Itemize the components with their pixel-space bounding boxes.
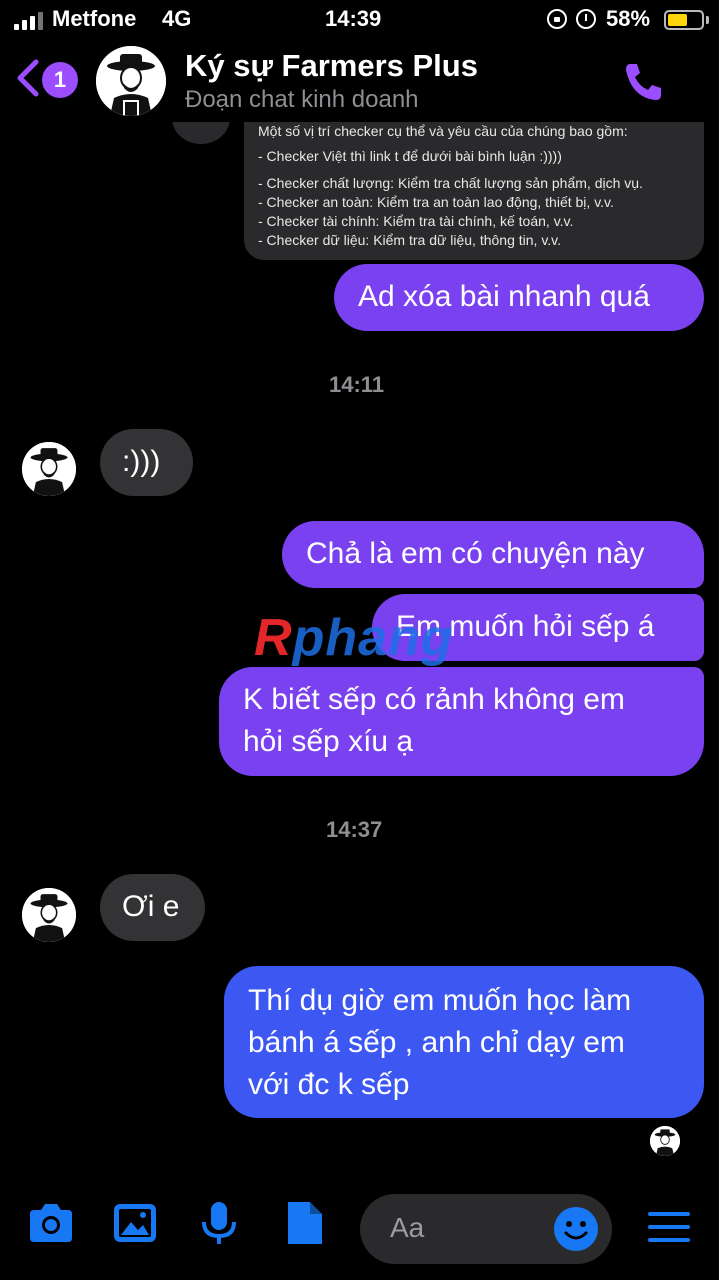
post-line: - Checker an toàn: Kiểm tra an toàn lao … <box>258 194 614 210</box>
farmer-avatar-icon <box>96 46 166 116</box>
farmer-avatar-icon <box>22 888 76 942</box>
unread-count-badge[interactable]: 1 <box>42 62 78 98</box>
chat-subtitle: Đoạn chat kinh doanh <box>185 86 419 113</box>
shared-post-message[interactable]: Một số vị trí checker cụ thể và yêu cầu … <box>244 100 704 260</box>
message-composer: Aa <box>0 1190 719 1280</box>
post-line: - Checker Việt thì link t để dưới bài bì… <box>258 148 562 164</box>
message-line: với đc k sếp <box>248 1068 410 1101</box>
farmer-avatar-icon <box>650 1126 680 1156</box>
incoming-message[interactable]: Ơi e <box>100 874 205 941</box>
message-timestamp: 14:11 <box>329 372 385 397</box>
image-icon[interactable] <box>110 1200 160 1246</box>
message-line: hỏi sếp xíu ạ <box>243 725 414 758</box>
message-timestamp: 14:37 <box>326 817 383 842</box>
outgoing-message[interactable]: Ad xóa bài nhanh quá <box>334 264 704 331</box>
emoji-icon[interactable] <box>554 1207 598 1251</box>
message-line: bánh á sếp , anh chỉ dạy em <box>248 1026 625 1059</box>
menu-icon[interactable] <box>648 1212 690 1246</box>
message-line: K biết sếp có rảnh không em <box>243 683 625 716</box>
sender-avatar[interactable] <box>22 888 76 942</box>
post-line: - Checker dữ liệu: Kiểm tra dữ liệu, thô… <box>258 232 562 248</box>
post-line: - Checker tài chính: Kiểm tra tài chính,… <box>258 213 574 229</box>
message-input[interactable]: Aa <box>360 1194 612 1264</box>
message-list[interactable]: Một số vị trí checker cụ thể và yêu cầu … <box>0 0 719 1280</box>
outgoing-message[interactable]: Chả là em có chuyện này <box>282 521 704 588</box>
sender-avatar[interactable] <box>22 442 76 496</box>
back-arrow-icon[interactable] <box>14 58 44 98</box>
contact-name[interactable]: Ký sự Farmers Plus <box>185 48 478 84</box>
outgoing-message[interactable]: K biết sếp có rảnh không em hỏi sếp xíu … <box>219 667 704 776</box>
camera-icon[interactable] <box>26 1200 76 1246</box>
post-line: - Checker chất lượng: Kiểm tra chất lượn… <box>258 175 643 191</box>
phone-call-icon[interactable] <box>620 60 668 104</box>
chat-header: 1 Ký sự Farmers Plus Đoạn chat kinh doan… <box>0 40 719 122</box>
message-line: Thí dụ giờ em muốn học làm <box>248 984 632 1017</box>
contact-avatar[interactable] <box>96 46 166 116</box>
outgoing-message[interactable]: Thí dụ giờ em muốn học làm bánh á sếp , … <box>224 966 704 1118</box>
post-intro-text: Một số vị trí checker cụ thể và yêu cầu … <box>258 123 628 139</box>
seen-receipt-avatar <box>650 1126 680 1156</box>
file-icon[interactable] <box>280 1200 330 1246</box>
incoming-message[interactable]: :))) <box>100 429 193 496</box>
smiley-face-icon <box>564 1221 588 1240</box>
farmer-avatar-icon <box>22 442 76 496</box>
outgoing-message[interactable]: Em muốn hỏi sếp á <box>372 594 704 661</box>
message-input-placeholder: Aa <box>390 1212 425 1243</box>
microphone-icon[interactable] <box>194 1200 244 1246</box>
